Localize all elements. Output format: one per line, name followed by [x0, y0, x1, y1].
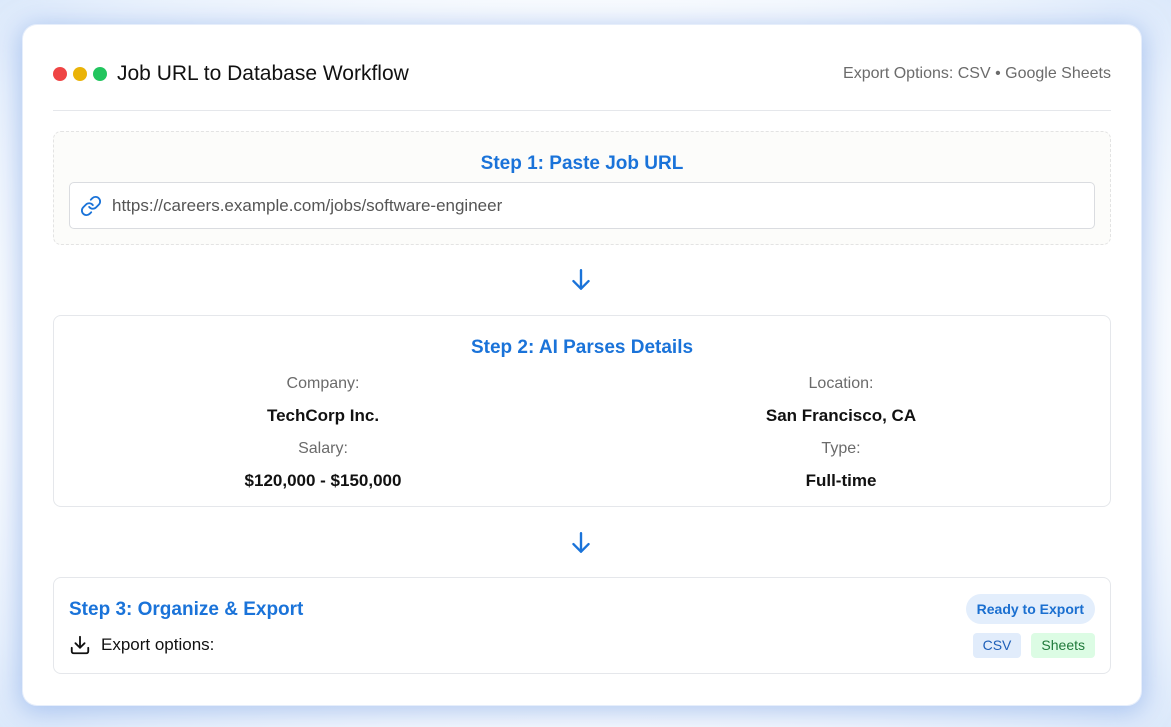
header: Job URL to Database Workflow Export Opti… — [53, 57, 1111, 91]
salary-label: Salary: — [298, 440, 348, 457]
company-value: TechCorp Inc. — [266, 406, 380, 425]
location-field: Location: San Francisco, CA — [641, 375, 1041, 426]
yellow-dot-icon — [73, 67, 87, 81]
header-divider — [53, 110, 1111, 111]
link-icon — [80, 195, 102, 216]
export-options-text: Export Options: CSV • Google Sheets — [843, 65, 1111, 82]
location-value: San Francisco, CA — [765, 406, 917, 425]
csv-export-button[interactable]: CSV — [972, 633, 1022, 658]
salary-field: Salary: $120,000 - $150,000 — [123, 440, 523, 491]
arrow-down-icon — [572, 532, 590, 553]
status-badge: Ready to Export — [965, 594, 1095, 624]
url-input[interactable] — [112, 195, 1094, 216]
workflow-card: Job URL to Database Workflow Export Opti… — [23, 25, 1141, 705]
step3-panel: Step 3: Organize & Export Ready to Expor… — [53, 577, 1111, 674]
export-tags: CSV Sheets — [972, 633, 1095, 658]
step1-title: Step 1: Paste Job URL — [480, 153, 684, 174]
url-field[interactable] — [69, 182, 1095, 229]
title-group: Job URL to Database Workflow — [53, 62, 409, 86]
step2-panel: Step 2: AI Parses Details Company: TechC… — [53, 315, 1111, 507]
company-label: Company: — [286, 375, 360, 392]
step1-panel: Step 1: Paste Job URL — [53, 131, 1111, 245]
step2-title: Step 2: AI Parses Details — [470, 337, 694, 358]
type-field: Type: Full-time — [641, 440, 1041, 491]
sheets-export-button[interactable]: Sheets — [1031, 633, 1095, 658]
green-dot-icon — [93, 67, 107, 81]
export-options-label: Export options: — [101, 635, 215, 654]
salary-value: $120,000 - $150,000 — [244, 471, 402, 490]
export-row: Export options: — [69, 634, 214, 656]
arrow-down-icon — [572, 269, 590, 290]
page-title: Job URL to Database Workflow — [117, 62, 409, 85]
location-label: Location: — [808, 375, 874, 392]
company-field: Company: TechCorp Inc. — [123, 375, 523, 426]
type-label: Type: — [821, 440, 861, 457]
red-dot-icon — [53, 67, 67, 81]
download-icon[interactable] — [69, 634, 91, 656]
type-value: Full-time — [805, 471, 877, 490]
step3-title: Step 3: Organize & Export — [69, 599, 304, 620]
